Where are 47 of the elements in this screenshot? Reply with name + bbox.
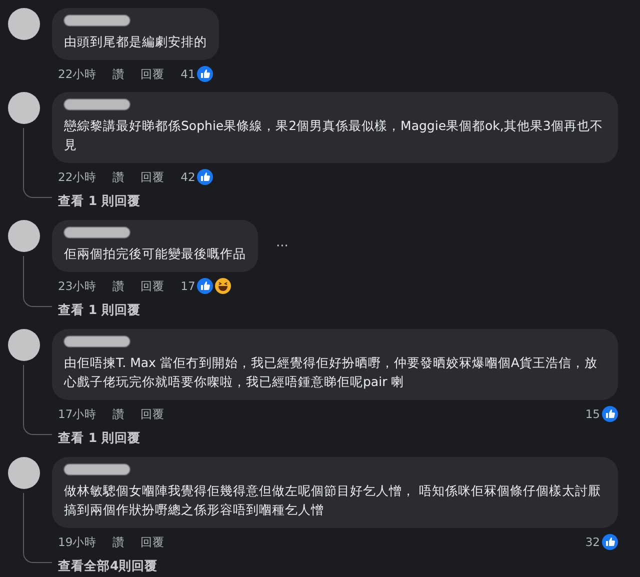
reaction-count: 32 [585,535,600,549]
view-replies-link[interactable]: 查看 1 則回覆 [52,422,140,447]
comment-text: 佢兩個拍完後可能變最後嘅作品 [64,245,246,263]
like-link[interactable]: 讚 [112,170,125,184]
comment-time: 22小時 [58,170,97,184]
avatar[interactable] [8,457,40,489]
reply-link[interactable]: 回覆 [140,170,165,184]
thumbs-up-icon [602,534,618,550]
view-replies-link[interactable]: 查看 1 則回覆 [52,185,140,210]
comment-time: 23小時 [58,278,97,294]
like-link[interactable]: 讚 [112,534,125,550]
reply-link[interactable]: 回覆 [140,534,165,550]
thread-line [23,256,52,307]
laughing-face-icon [215,278,232,294]
blurred-name [64,99,130,110]
comment-time: 22小時 [58,66,97,82]
reply-link[interactable]: 回覆 [140,66,165,82]
comment-text: 做林敏驄個女嗰陣我覺得佢幾得意但做左呢個節目好乞人憎， 唔知係咪佢冧個條仔個樣太討厭搞到兩個作狀扮嘢總之係形容唔到嗰種乞人憎 [64,482,602,519]
reaction-count: 42 [180,170,196,184]
comment-text: 戀綜黎講最好睇都係Sophie果條線，果2個男真係最似樣，Maggie果個都ok,其他果3個再也不見 [64,117,604,154]
avatar[interactable] [8,220,40,252]
reply-link[interactable]: 回覆 [140,406,165,422]
view-replies-link[interactable]: 查看 1 則回覆 [52,294,140,319]
blurred-name [64,464,130,475]
thumbs-up-icon [197,278,214,294]
comment-time: 17小時 [58,406,97,422]
view-replies-link[interactable]: 查看全部4則回覆 [52,550,158,575]
comment-time: 19小時 [58,534,97,550]
avatar[interactable] [8,329,40,361]
reaction-count: 41 [180,67,196,81]
comment-text: 由佢唔揀T. Max 當佢冇到開始，我已經覺得佢好扮晒嘢，仲要發晒姣冧爆嗰個A貨王浩信，放心戲子佬玩完你就唔要你㗎啦，我已經唔鍾意睇佢呢pair 喇 [64,354,598,391]
thumbs-up-icon [197,66,214,82]
more-button[interactable]: ··· [272,238,292,254]
avatar[interactable] [8,8,40,40]
like-link[interactable]: 讚 [112,406,125,422]
thumbs-up-icon [602,406,618,422]
blurred-name [64,227,130,238]
comment-text: 由頭到尾都是編劇安排的 [64,33,207,51]
like-link[interactable]: 讚 [112,278,125,294]
reaction-count: 15 [585,407,600,421]
avatar[interactable] [8,92,40,124]
blurred-name [64,15,130,26]
thumbs-up-icon [197,169,214,185]
reply-link[interactable]: 回覆 [140,278,165,294]
blurred-name [64,336,130,347]
reaction-count: 17 [180,279,196,293]
like-link[interactable]: 讚 [112,66,125,82]
